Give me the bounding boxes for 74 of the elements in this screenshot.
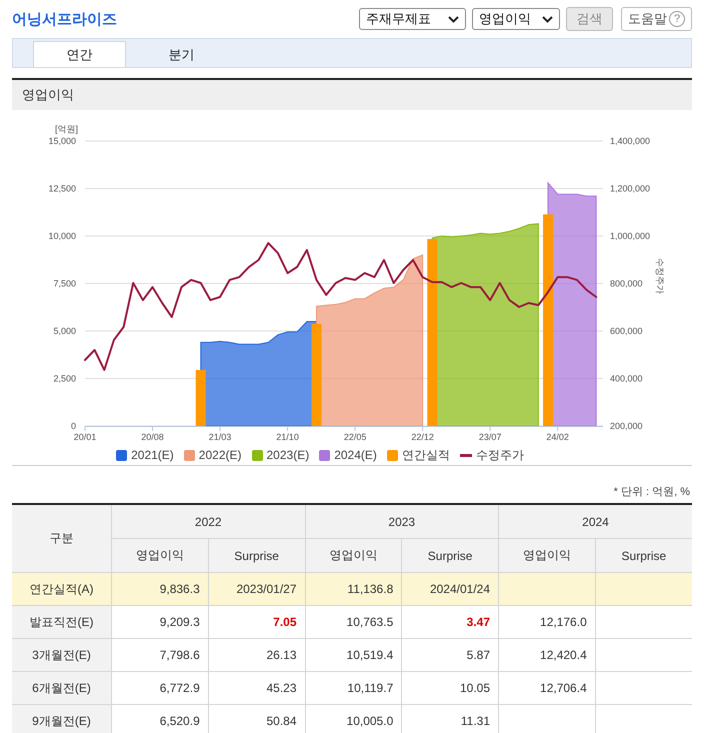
help-button[interactable]: 도움말 ?	[621, 7, 692, 31]
table-cell: 9,836.3	[112, 572, 208, 606]
dropdown[interactable]: 주재무제표	[359, 8, 466, 30]
table-header: 영업이익	[112, 538, 208, 572]
section-title: 영업이익	[22, 86, 74, 104]
table-cell: 3.47	[402, 606, 498, 638]
tab[interactable]: 분기	[136, 42, 227, 67]
row-label: 발표직전(E)	[12, 606, 112, 638]
legend-label: 연간실적	[402, 446, 450, 464]
y-tick-label: 2,500	[53, 374, 76, 384]
table-cell: 10,119.7	[305, 672, 402, 704]
table-cell: 11,136.8	[305, 572, 402, 606]
table-header: 영업이익	[305, 538, 402, 572]
table-cell: 5.87	[402, 638, 498, 672]
table-cell: 12,420.4	[498, 638, 596, 672]
table-cell: 9,209.3	[112, 606, 208, 638]
y-tick-label: 12,500	[48, 184, 76, 194]
table-header: Surprise	[595, 538, 692, 572]
page-title: 어닝서프라이즈	[12, 10, 117, 28]
table-cell: 7.05	[208, 606, 305, 638]
dropdown[interactable]: 영업이익	[472, 8, 560, 30]
table-header: Surprise	[402, 538, 498, 572]
table-header: Surprise	[208, 538, 305, 572]
x-tick-label: 20/01	[74, 432, 96, 442]
y-tick-label: 5,000	[53, 326, 76, 336]
legend-label: 2021(E)	[131, 448, 174, 462]
table-cell: 10.05	[402, 672, 498, 704]
x-tick-label: 24/02	[546, 432, 569, 442]
table-cell: 10,763.5	[305, 606, 402, 638]
y-tick-label: 800,000	[610, 278, 643, 288]
y-tick-label: 7,500	[53, 278, 76, 288]
y-tick-label: 10,000	[48, 231, 76, 241]
table-header: 영업이익	[498, 538, 596, 572]
y-tick-label: 1,200,000	[610, 184, 650, 194]
table-cell: 6,772.9	[112, 672, 208, 704]
y-tick-label: 400,000	[610, 374, 643, 384]
table-cell: 2024/01/24	[402, 572, 498, 606]
table-cell: 45.23	[208, 672, 305, 704]
row-label: 3개월전(E)	[12, 638, 112, 672]
x-tick-label: 23/07	[478, 432, 502, 442]
table-cell: 12,176.0	[498, 606, 596, 638]
legend-label: 2023(E)	[266, 448, 310, 462]
axis-title: 수정주가	[655, 258, 665, 294]
x-tick-label: 22/05	[344, 432, 366, 442]
y-tick-label: 15,000	[48, 136, 76, 146]
row-label: 6개월전(E)	[12, 672, 112, 704]
table-header: 2024	[498, 504, 692, 538]
x-tick-label: 22/12	[411, 432, 434, 442]
x-tick-label: 21/03	[208, 432, 232, 442]
legend-label: 2024(E)	[334, 448, 377, 462]
legend-label: 2022(E)	[198, 448, 242, 462]
table-cell: 26.13	[208, 638, 305, 672]
table-cell: 12,706.4	[498, 672, 596, 704]
row-label: 9개월전(E)	[12, 704, 112, 733]
table-header: 구분	[12, 504, 112, 572]
x-tick-label: 20/08	[141, 432, 164, 442]
table-header: 2022	[112, 504, 305, 538]
table-header: 2023	[305, 504, 498, 538]
row-label: 연간실적(A)	[12, 572, 112, 606]
x-tick-label: 21/10	[276, 432, 299, 442]
y-tick-label: 0	[70, 421, 76, 431]
table-cell: 2023/01/27	[208, 572, 305, 606]
axis-title: [억원]	[55, 124, 78, 134]
chevron-down-icon	[448, 16, 459, 22]
y-tick-label: 1,400,000	[610, 136, 650, 146]
y-tick-label: 200,000	[610, 421, 643, 431]
table-cell: 10,519.4	[305, 638, 402, 672]
y-tick-label: 600,000	[610, 326, 643, 336]
y-tick-label: 1,000,000	[610, 231, 650, 241]
table-cell: 7,798.6	[112, 638, 208, 672]
tab[interactable]: 연간	[33, 41, 126, 67]
chevron-down-icon	[542, 16, 553, 22]
unit-note: * 단위 : 억원, %	[614, 486, 690, 498]
legend-label: 수정주가	[476, 446, 524, 464]
